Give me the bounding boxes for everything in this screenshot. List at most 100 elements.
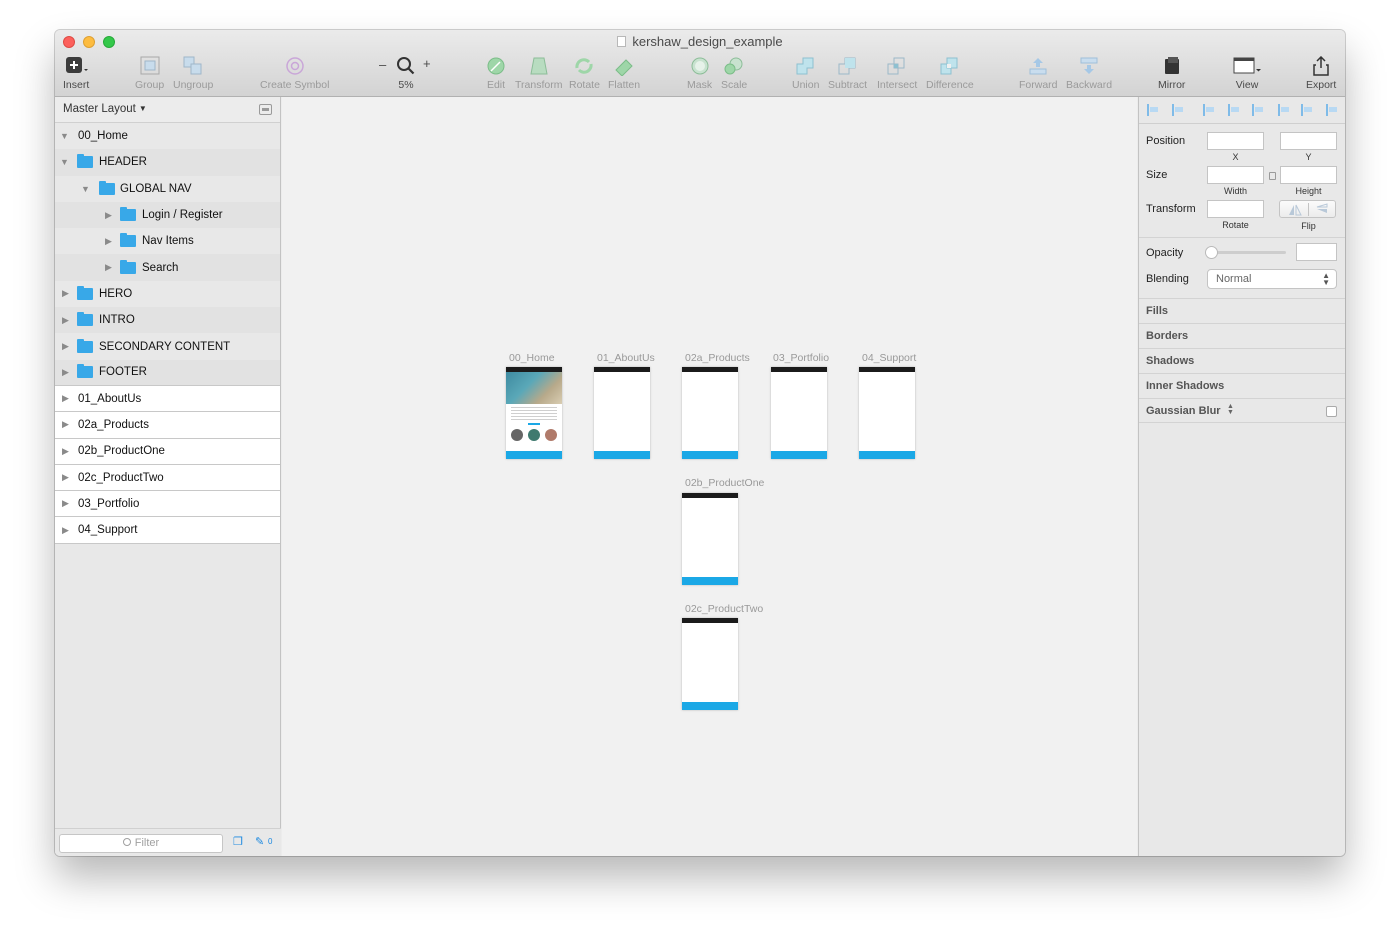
layer-row[interactable]: ▶ 02b_ProductOne — [55, 438, 280, 465]
union-button[interactable]: Union — [792, 54, 819, 91]
inner-shadows-section[interactable]: Inner Shadows — [1139, 373, 1345, 398]
disclosure-open-icon[interactable]: ▼ — [60, 131, 69, 141]
symbols-filter-icon[interactable]: ❐ — [233, 835, 243, 848]
mirror-button[interactable]: Mirror — [1158, 54, 1185, 91]
view-button[interactable]: View — [1232, 54, 1262, 91]
export-button[interactable]: Export — [1306, 54, 1336, 91]
height-field[interactable] — [1280, 166, 1337, 184]
artboard-00-home[interactable] — [506, 367, 562, 459]
layer-row[interactable]: ▶ SECONDARY CONTENT — [55, 333, 280, 359]
disclosure-closed-icon[interactable]: ▶ — [62, 498, 69, 509]
rotate-field[interactable] — [1207, 200, 1264, 218]
artboard-label[interactable]: 02b_ProductOne — [685, 477, 764, 489]
forward-button[interactable]: Forward — [1019, 54, 1058, 91]
x-field[interactable] — [1207, 132, 1264, 150]
disclosure-closed-icon[interactable]: ▶ — [105, 210, 112, 221]
rotate-button[interactable]: Rotate — [569, 54, 600, 91]
layer-row[interactable]: ▼ GLOBAL NAV — [55, 176, 280, 202]
disclosure-closed-icon[interactable]: ▶ — [62, 393, 69, 404]
opacity-slider-knob[interactable] — [1205, 246, 1218, 259]
align-middle-icon[interactable] — [1301, 104, 1313, 116]
layer-row[interactable]: ▶ Search — [55, 254, 280, 281]
layer-row[interactable]: ▶ 01_AboutUs — [55, 385, 280, 413]
layer-row[interactable]: ▶ INTRO — [55, 307, 280, 334]
disclosure-closed-icon[interactable]: ▶ — [62, 472, 69, 483]
layer-row[interactable]: ▶ Nav Items — [55, 228, 280, 254]
filter-input[interactable]: Filter — [59, 834, 223, 853]
create-symbol-button[interactable]: Create Symbol — [260, 54, 329, 91]
artboard-02a-products[interactable] — [682, 367, 738, 459]
artboard-label[interactable]: 01_AboutUs — [597, 352, 655, 364]
gaussian-blur-section[interactable]: Gaussian Blur ▲ ▼ — [1139, 398, 1345, 423]
align-center-icon[interactable] — [1228, 104, 1240, 116]
width-field[interactable] — [1207, 166, 1264, 184]
artboard-04-support[interactable] — [859, 367, 915, 459]
disclosure-open-icon[interactable]: ▼ — [60, 157, 69, 167]
insert-button[interactable]: Insert — [63, 54, 89, 91]
disclosure-closed-icon[interactable]: ▶ — [105, 262, 112, 273]
layer-row[interactable]: ▼ 00_Home — [55, 123, 280, 149]
opacity-field[interactable] — [1296, 243, 1337, 261]
zoom-control[interactable]: 5% — [396, 54, 416, 91]
artboard-02c-producttwo[interactable] — [682, 618, 738, 710]
align-right-icon[interactable] — [1252, 104, 1264, 116]
y-field[interactable] — [1280, 132, 1337, 150]
artboard-label[interactable]: 04_Support — [862, 352, 916, 364]
artboard-03-portfolio[interactable] — [771, 367, 827, 459]
lock-icon[interactable] — [1269, 172, 1276, 180]
edit-button[interactable]: Edit — [485, 54, 507, 91]
mask-button[interactable]: Mask — [687, 54, 712, 91]
blur-type-arrows-icon[interactable]: ▲ ▼ — [1227, 403, 1234, 416]
flip-buttons[interactable] — [1279, 200, 1336, 218]
canvas[interactable]: 00_Home 01_AboutUs 02a_Products 03_Portf… — [282, 97, 1137, 856]
collapse-pages-icon[interactable] — [259, 104, 272, 115]
flatten-button[interactable]: Flatten — [608, 54, 640, 91]
page-selector[interactable]: Master Layout ▼ — [55, 97, 280, 123]
disclosure-closed-icon[interactable]: ▶ — [62, 525, 69, 536]
difference-button[interactable]: Difference — [926, 54, 974, 91]
gaussian-blur-checkbox[interactable] — [1326, 406, 1337, 417]
disclosure-open-icon[interactable]: ▼ — [81, 184, 90, 194]
layer-row[interactable]: ▶ HERO — [55, 281, 280, 307]
slice-filter-icon[interactable]: ✎ — [255, 835, 264, 848]
align-left-icon[interactable] — [1203, 104, 1215, 116]
align-top-icon[interactable] — [1278, 104, 1290, 116]
distribute-horizontal-icon[interactable] — [1147, 104, 1159, 116]
backward-button[interactable]: Backward — [1066, 54, 1112, 91]
zoom-in-button[interactable]: + — [423, 56, 431, 71]
zoom-out-button[interactable]: – — [379, 57, 386, 72]
layer-row[interactable]: ▶ 03_Portfolio — [55, 491, 280, 518]
layer-row[interactable]: ▶ FOOTER — [55, 359, 280, 386]
ungroup-button[interactable]: Ungroup — [173, 54, 213, 91]
disclosure-closed-icon[interactable]: ▶ — [62, 341, 69, 352]
group-button[interactable]: Group — [135, 54, 164, 91]
layer-row[interactable]: ▶ 02a_Products — [55, 412, 280, 439]
intersect-button[interactable]: Intersect — [877, 54, 917, 91]
opacity-slider-track[interactable] — [1209, 251, 1286, 254]
subtract-button[interactable]: Subtract — [828, 54, 867, 91]
artboard-02b-productone[interactable] — [682, 493, 738, 585]
layer-row[interactable]: ▶ Login / Register — [55, 201, 280, 229]
disclosure-closed-icon[interactable]: ▶ — [62, 446, 69, 457]
disclosure-closed-icon[interactable]: ▶ — [62, 367, 69, 378]
distribute-vertical-icon[interactable] — [1172, 104, 1184, 116]
artboard-label[interactable]: 00_Home — [509, 352, 555, 364]
transform-button[interactable]: Transform — [515, 54, 562, 91]
artboard-label[interactable]: 02c_ProductTwo — [685, 603, 763, 615]
scale-button[interactable]: Scale — [721, 54, 747, 91]
artboard-label[interactable]: 03_Portfolio — [773, 352, 829, 364]
blending-select[interactable]: Normal ▲ ▼ — [1207, 269, 1337, 289]
align-bottom-icon[interactable] — [1326, 104, 1338, 116]
disclosure-closed-icon[interactable]: ▶ — [62, 419, 69, 430]
shadows-section[interactable]: Shadows — [1139, 348, 1345, 373]
artboard-label[interactable]: 02a_Products — [685, 352, 750, 364]
disclosure-closed-icon[interactable]: ▶ — [62, 315, 69, 326]
fills-section[interactable]: Fills — [1139, 298, 1345, 323]
layer-row[interactable]: ▶ 04_Support — [55, 517, 280, 544]
artboard-01-aboutus[interactable] — [594, 367, 650, 459]
borders-section[interactable]: Borders — [1139, 323, 1345, 348]
layer-row[interactable]: ▼ HEADER — [55, 149, 280, 176]
disclosure-closed-icon[interactable]: ▶ — [62, 288, 69, 299]
layer-row[interactable]: ▶ 02c_ProductTwo — [55, 464, 280, 492]
disclosure-closed-icon[interactable]: ▶ — [105, 236, 112, 247]
